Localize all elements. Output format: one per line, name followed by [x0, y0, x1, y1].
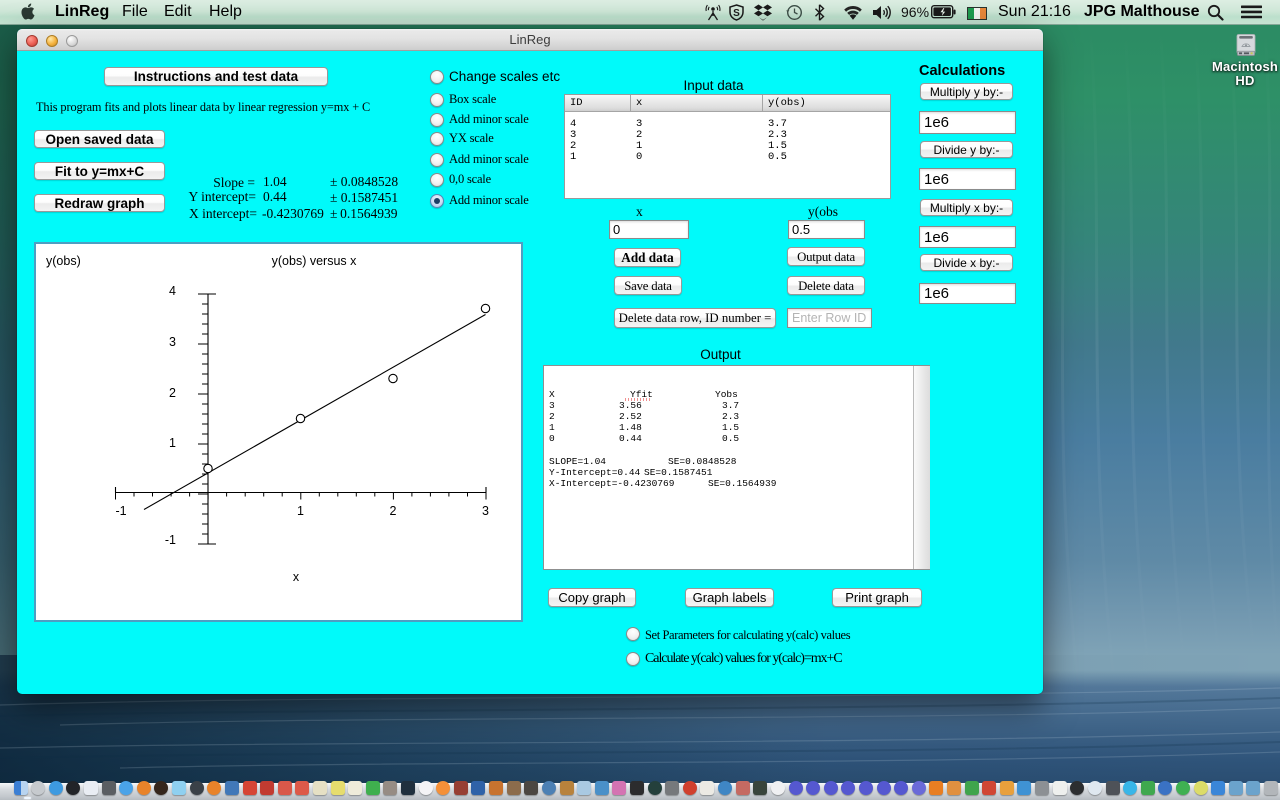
svg-text:3: 3 — [169, 335, 176, 349]
svg-text:x: x — [293, 570, 300, 584]
svg-text:3: 3 — [482, 504, 489, 518]
svg-text:y(obs) versus x: y(obs) versus x — [272, 254, 357, 268]
svg-text:-1: -1 — [165, 533, 176, 547]
svg-text:S: S — [733, 8, 740, 19]
svg-text:4: 4 — [169, 284, 176, 298]
svg-text:y(obs): y(obs) — [46, 254, 81, 268]
svg-text:1: 1 — [169, 436, 176, 450]
svg-text:1: 1 — [297, 504, 304, 518]
svg-text:2: 2 — [390, 504, 397, 518]
svg-text:2: 2 — [169, 386, 176, 400]
svg-text:-1: -1 — [115, 504, 126, 518]
